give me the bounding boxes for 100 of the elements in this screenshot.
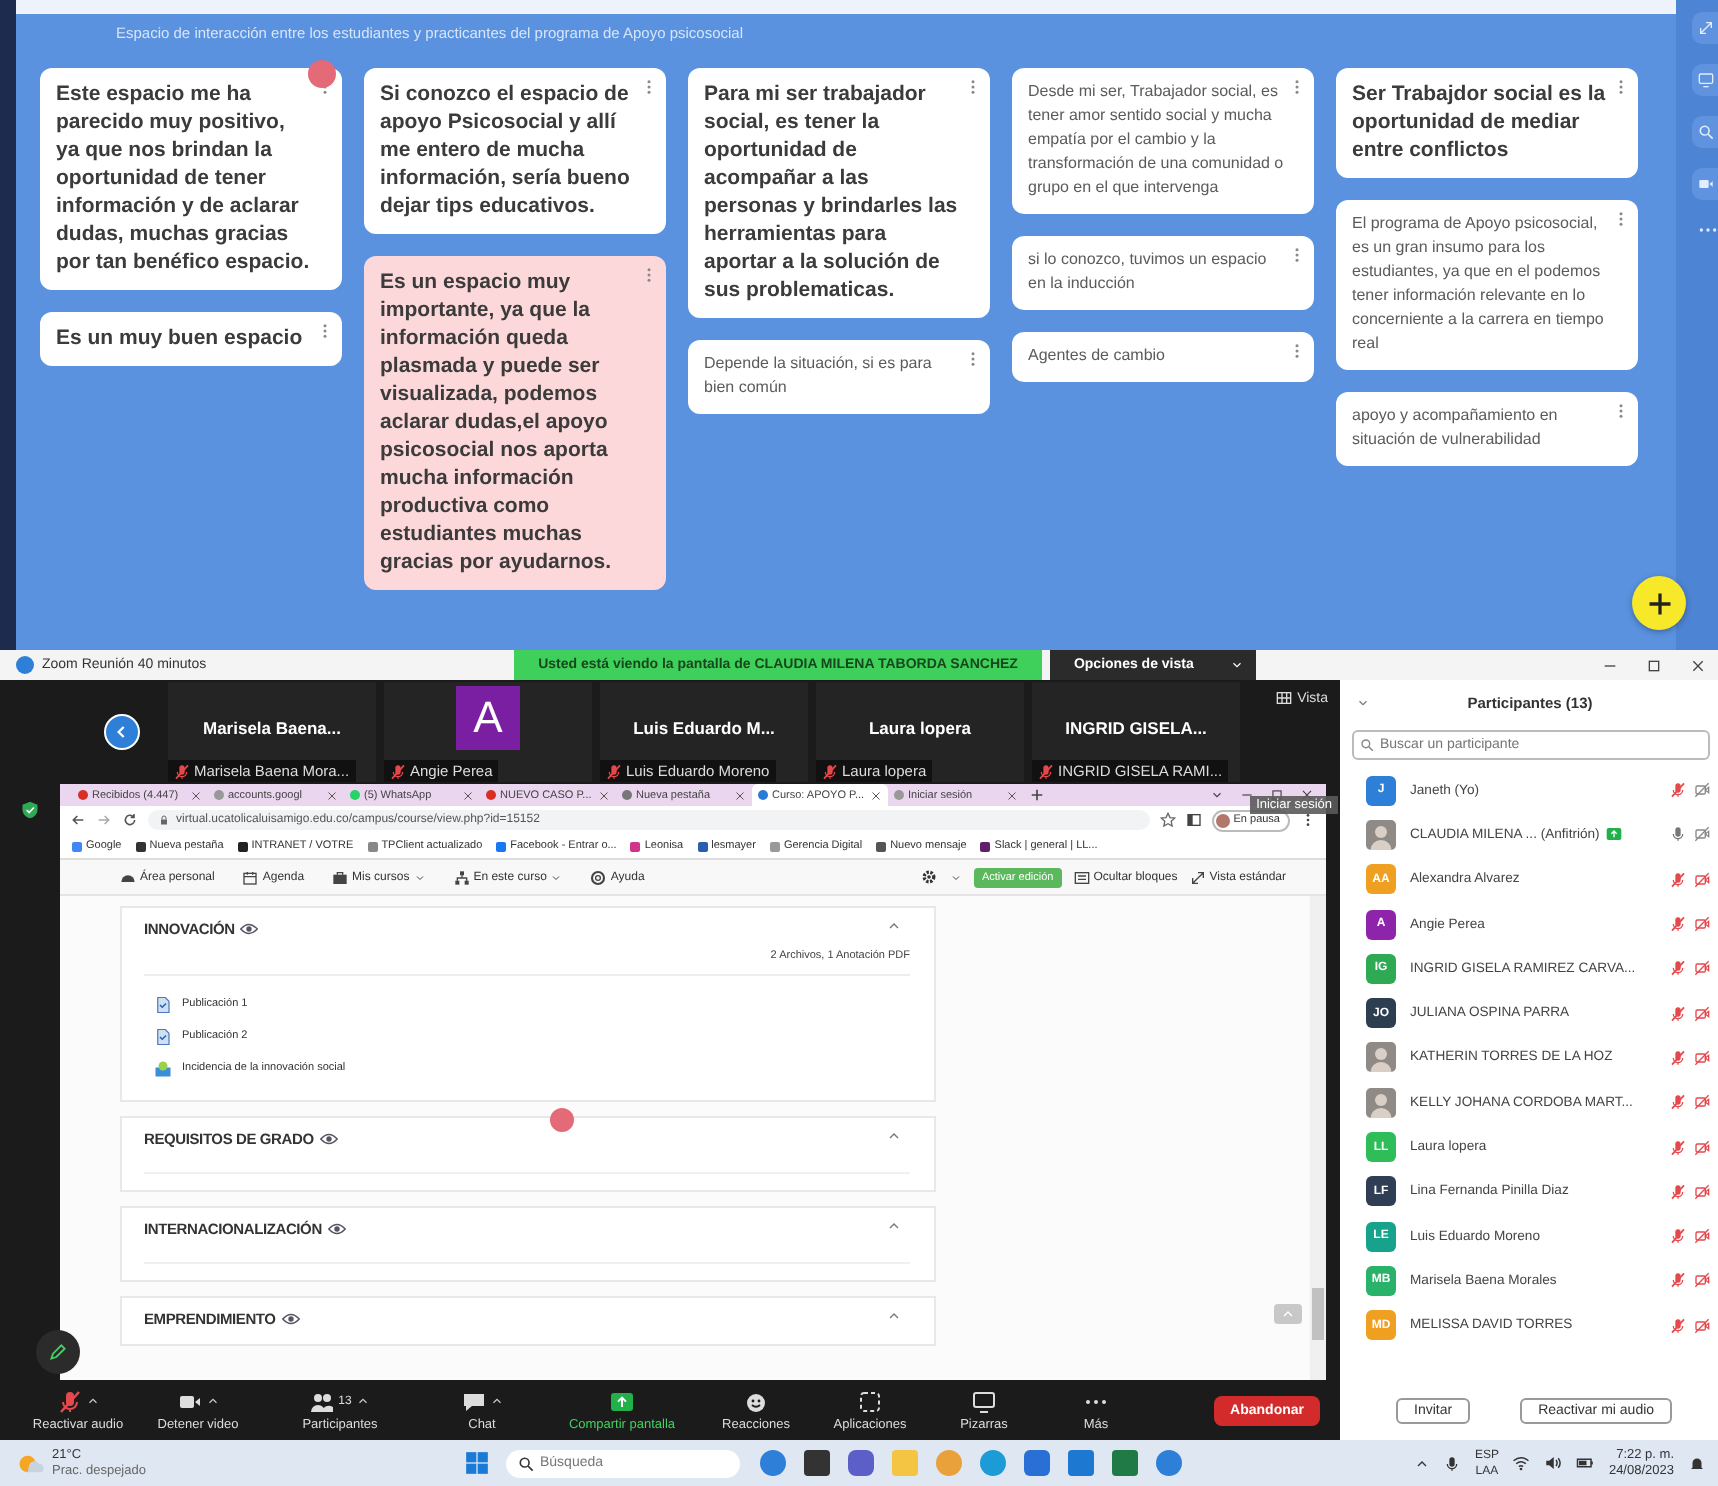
mic-muted-icon [174, 763, 190, 779]
close-icon [190, 789, 202, 801]
blocks-icon [1073, 869, 1090, 885]
caret-icon [1229, 658, 1244, 672]
collapse-icon [886, 1308, 902, 1324]
search-icon [518, 1455, 534, 1471]
resource-icon [154, 1059, 172, 1077]
sidebar-button[interactable] [1692, 64, 1718, 96]
participant-name: Laura lopera [868, 718, 972, 738]
participant-name: Marisela Baena... [203, 718, 341, 738]
eye-icon [240, 920, 259, 938]
avatar: A [456, 686, 520, 750]
participant-name: Luis Eduardo M... [633, 718, 775, 738]
search-icon [1697, 124, 1713, 140]
calendar-icon [242, 869, 259, 885]
caret-icon [413, 871, 426, 883]
mic-muted-icon [822, 763, 838, 779]
collapse-icon [886, 1218, 902, 1234]
caret-icon [85, 1394, 99, 1408]
forward-arrow-icon [96, 812, 112, 828]
caret-icon [550, 871, 563, 883]
post-text: Desde mi ser, Trabajador social, es tener amor sentido social y mucha empatía por el cambio y la transformación de una comunidad o grupo en el que intervenga [1028, 80, 1284, 200]
grid-icon [1275, 690, 1292, 706]
post-text: Este espacio me ha parecido muy positivo, ya que nos brindan la oportunidad de tener información y de aclarar dudas, muchas gracias por tan benéfico espacio. [56, 80, 312, 276]
apps-icon [858, 1389, 882, 1413]
mic-muted-icon [606, 763, 622, 779]
notification-icon [1688, 1454, 1706, 1472]
scrollbar-thumb[interactable] [1312, 1288, 1324, 1340]
battery-icon [1576, 1454, 1595, 1472]
sitemap-icon [453, 869, 470, 885]
whiteboard-icon [972, 1389, 996, 1413]
eye-icon [319, 1130, 338, 1148]
post-text: Agentes de cambio [1028, 344, 1167, 368]
close-icon [1690, 657, 1706, 673]
close-icon [326, 789, 338, 801]
expand-icon [1189, 869, 1206, 885]
close-icon [462, 789, 474, 801]
collapse-icon [1356, 695, 1370, 709]
chat-bubble-icon [461, 1389, 485, 1413]
wifi-icon [1512, 1454, 1531, 1472]
briefcase-icon [332, 869, 349, 885]
search-icon [1360, 738, 1374, 752]
close-icon [598, 789, 610, 801]
eye-icon [281, 1310, 300, 1328]
mic-muted-icon [390, 763, 406, 779]
mic-muted-icon [57, 1389, 81, 1413]
smiley-icon [744, 1389, 768, 1413]
add-post-button[interactable] [1632, 576, 1686, 630]
caret-icon [205, 1394, 219, 1408]
caret-icon [949, 871, 962, 883]
minimize-icon [1240, 788, 1254, 802]
post-text: Para mi ser trabajador social, es tener la oportunidad de acompañar a las personas y brindarles las herramientas para aportar a la solución de sus problematicas. [704, 80, 960, 304]
screen-icon [1697, 72, 1713, 88]
sidebar-button[interactable] [1692, 12, 1718, 44]
shield-icon [20, 800, 40, 820]
participant-name: INGRID GISELA... [1065, 718, 1207, 738]
close-icon [1006, 789, 1018, 801]
start-icon [464, 1450, 490, 1476]
eye-icon [327, 1220, 346, 1238]
post-text: Si conozco el espacio de apoyo Psicosocial y allí me entero de mucha información, sería bueno dejar tips educativos. [380, 80, 632, 220]
people-icon [310, 1389, 335, 1413]
close-icon [734, 789, 746, 801]
share-screen-icon [610, 1389, 634, 1413]
plus-icon [1645, 589, 1673, 617]
avatar-icon [1366, 1042, 1396, 1073]
mic-muted-icon [1038, 763, 1054, 779]
document-icon [154, 995, 172, 1013]
post-text: Depende la situación, si es para bien común [704, 352, 934, 400]
post-text: Ser Trabajdor social es la oportunidad de mediar entre conflictos [1352, 80, 1608, 164]
sidebar-button[interactable] [1692, 116, 1718, 148]
collapse-icon [886, 918, 902, 934]
annotate-button[interactable] [36, 1330, 80, 1374]
back-button[interactable] [104, 714, 140, 750]
speaker-icon [1544, 1454, 1563, 1472]
side-panel-icon [1185, 812, 1202, 828]
lock-icon [158, 814, 170, 826]
sidebar-button[interactable] [1692, 168, 1718, 200]
star-icon [1159, 812, 1176, 828]
pencil-icon [48, 1342, 68, 1362]
reload-icon [122, 812, 138, 828]
tab-search-icon [1210, 788, 1224, 802]
collapse-icon [886, 1128, 902, 1144]
post-text: apoyo y acompañamiento en situación de vulnerabilidad [1352, 404, 1560, 452]
mic-icon [1444, 1455, 1461, 1471]
back-arrow-icon [70, 812, 86, 828]
close-icon [870, 789, 882, 801]
expand-icon [1697, 20, 1713, 36]
caret-icon [489, 1394, 503, 1408]
settings-icon [919, 868, 938, 886]
caret-up-icon [1280, 1306, 1296, 1322]
maximize-icon [1646, 657, 1662, 673]
post-text: El programa de Apoyo psicosocial, es un gran insumo para los estudiantes, ya que en el podemos tener información relevante en lo concerniente a la carrera en tiempo real [1352, 212, 1606, 356]
plus-icon [1030, 788, 1044, 802]
avatar-icon [1366, 819, 1396, 850]
document-icon [154, 1027, 172, 1045]
post-text: si lo conozco, tuvimos un espacio en la inducción [1028, 248, 1269, 296]
lifebuoy-icon [590, 869, 607, 885]
caret-icon [355, 1394, 370, 1408]
post-text: Es un espacio muy importante, ya que la información queda plasmada y puede ser visualizada, podemos aclarar dudas,el apoyo psicosocial nos aporta mucha información productiva como estudiantes muchas gracias por ayudarnos. [380, 268, 614, 576]
avatar-icon [1366, 1087, 1396, 1118]
